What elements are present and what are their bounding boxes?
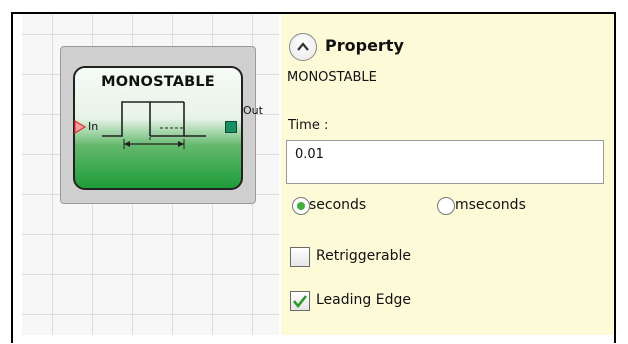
checkmark-icon [292, 295, 308, 309]
panel-title: Property [325, 36, 404, 55]
mseconds-radio[interactable] [437, 197, 455, 215]
retriggerable-label[interactable]: Retriggerable [316, 248, 411, 264]
time-input[interactable]: 0.01 [286, 140, 604, 184]
collapse-button[interactable] [289, 33, 317, 61]
time-label: Time : [288, 118, 329, 133]
monostable-waveform-icon [102, 101, 206, 149]
output-port[interactable] [225, 121, 237, 133]
input-port-label: In [88, 120, 99, 133]
retriggerable-checkbox[interactable] [290, 247, 310, 267]
input-triangle-icon[interactable] [74, 120, 86, 134]
mseconds-radio-label[interactable]: mseconds [455, 197, 526, 213]
chevron-up-icon [297, 42, 309, 51]
block-title: MONOSTABLE [101, 74, 215, 90]
output-port-label: Out [243, 104, 263, 117]
seconds-radio[interactable] [292, 197, 310, 215]
leading-edge-label[interactable]: Leading Edge [316, 292, 411, 308]
seconds-radio-label[interactable]: seconds [309, 197, 366, 213]
leading-edge-checkbox[interactable] [290, 291, 310, 311]
block-name-label: MONOSTABLE [287, 70, 377, 85]
